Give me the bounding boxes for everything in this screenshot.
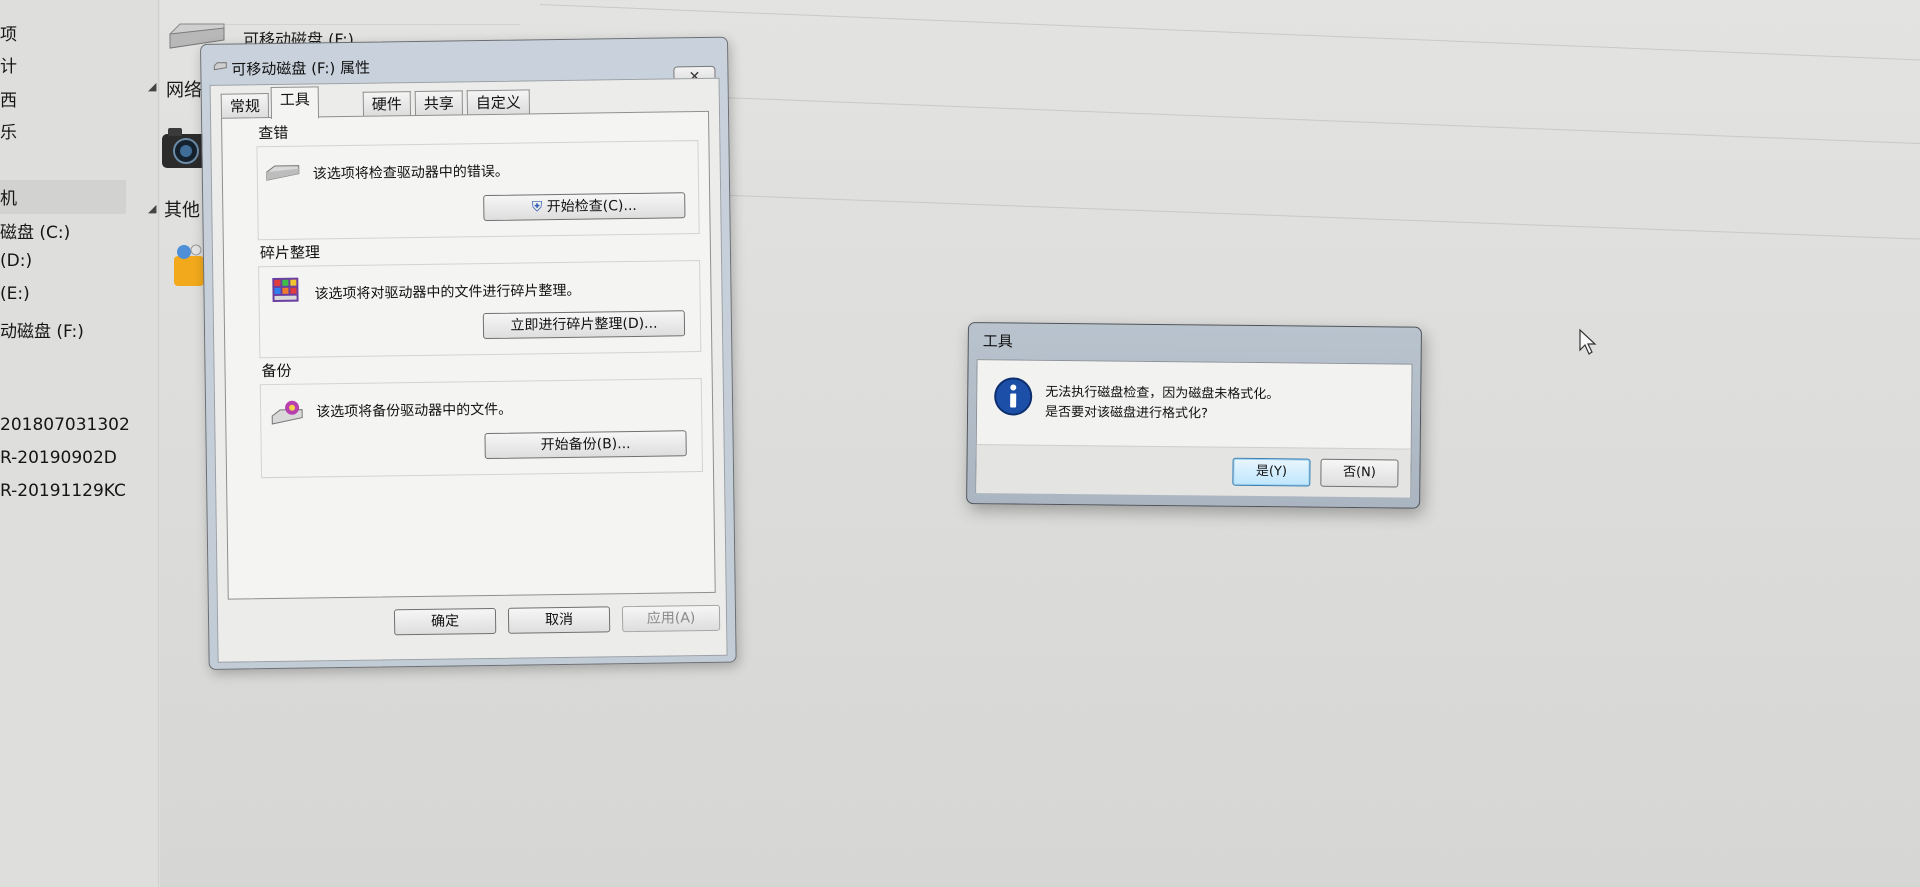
nav-item-partial[interactable]: 计: [0, 52, 17, 77]
check-now-label: 开始检查(C)...: [546, 197, 637, 216]
yes-button[interactable]: 是(Y): [1232, 457, 1311, 487]
group-box-backup: [259, 378, 704, 479]
group-label-backup: 备份: [261, 361, 292, 381]
nav-item-drive-e[interactable]: (E:): [0, 284, 30, 304]
cancel-button[interactable]: 取消: [507, 606, 611, 634]
information-icon: [994, 377, 1033, 416]
no-button[interactable]: 否(N): [1320, 458, 1399, 488]
collapse-triangle-icon[interactable]: ◢: [148, 202, 156, 215]
section-header-network[interactable]: 网络: [166, 76, 202, 102]
nav-selection-highlight: [0, 180, 126, 214]
tab-sharing[interactable]: 共享: [414, 90, 464, 117]
dialog-title: 可移动磁盘 (F:) 属性: [231, 58, 371, 79]
content-line: [200, 24, 520, 25]
ok-button[interactable]: 确定: [393, 607, 497, 636]
tools-tab-panel: 查错 该选项将检查驱动器中的错误。 ⛨ 开始检查(C)... 碎片整理 该选项将…: [221, 110, 716, 600]
nav-item-partial[interactable]: 乐: [0, 118, 17, 143]
defrag-icon: [272, 277, 299, 303]
backup-now-button[interactable]: 开始备份(B)...: [484, 430, 687, 460]
group-box-error-check: [256, 140, 700, 241]
message-line-1: 无法执行磁盘检查，因为磁盘未格式化。: [1045, 384, 1280, 403]
dialog-client-area: 常规 工具 硬件 共享 自定义 查错 该选项将检查驱动器中的错误。 ⛨ 开始检查…: [209, 77, 728, 663]
error-check-description: 该选项将检查驱动器中的错误。: [312, 163, 509, 183]
nav-item-partial[interactable]: 项: [0, 20, 17, 45]
message-box-body: 无法执行磁盘检查，因为磁盘未格式化。 是否要对该磁盘进行格式化? 是(Y) 否(…: [975, 359, 1413, 498]
mouse-pointer-icon: [1579, 328, 1597, 355]
message-line-2: 是否要对该磁盘进行格式化?: [1044, 404, 1209, 422]
group-box-defrag: [258, 260, 702, 359]
nav-item-computer[interactable]: 机: [0, 184, 17, 209]
nav-item-drive-c[interactable]: 磁盘 (C:): [0, 218, 70, 243]
tab-customize[interactable]: 自定义: [466, 89, 531, 116]
message-box-title: 工具: [982, 332, 1013, 351]
drive-check-icon: [266, 165, 300, 181]
nav-item-network-pc[interactable]: 201807031302: [0, 415, 130, 435]
tab-general[interactable]: 常规: [220, 93, 270, 119]
backup-icon: [271, 400, 303, 425]
nav-item-network-pc[interactable]: R-20191129KC: [0, 481, 126, 501]
section-header-other[interactable]: 其他: [164, 196, 200, 222]
defrag-description: 该选项将对驱动器中的文件进行碎片整理。: [314, 282, 581, 303]
nav-item-partial[interactable]: 西: [0, 86, 17, 111]
nav-item-drive-d[interactable]: (D:): [0, 251, 32, 271]
uac-shield-icon: ⛨: [531, 199, 543, 216]
nav-item-network-pc[interactable]: R-20190902D: [0, 448, 117, 468]
navigation-pane: [0, 0, 160, 887]
tools-message-box: 工具 无法执行磁盘检查，因为磁盘未格式化。 是否要对该磁盘进行格式化? 是(Y)…: [966, 322, 1422, 509]
collapse-triangle-icon[interactable]: ◢: [148, 80, 156, 93]
tab-hardware[interactable]: 硬件: [362, 91, 412, 117]
check-now-button[interactable]: ⛨ 开始检查(C)...: [483, 192, 686, 222]
group-label-error-check: 查错: [258, 123, 289, 143]
pane-divider: [158, 0, 159, 887]
drive-properties-dialog: 可移动磁盘 (F:) 属性 ✕ 常规 工具 硬件 共享 自定义 查错 该选项将检…: [200, 36, 737, 670]
content-line: [539, 4, 1920, 62]
content-line: [539, 188, 1920, 241]
content-line: [539, 90, 1920, 145]
tab-tools[interactable]: 工具: [270, 86, 320, 120]
apply-button[interactable]: 应用(A): [621, 604, 721, 633]
group-label-defrag: 碎片整理: [259, 243, 321, 263]
nav-item-drive-f[interactable]: 动磁盘 (F:): [0, 317, 84, 342]
backup-description: 该选项将备份驱动器中的文件。: [316, 401, 513, 421]
drive-icon: [213, 62, 227, 71]
message-box-footer: 是(Y) 否(N): [976, 444, 1411, 498]
defrag-now-button[interactable]: 立即进行碎片整理(D)...: [482, 310, 686, 340]
